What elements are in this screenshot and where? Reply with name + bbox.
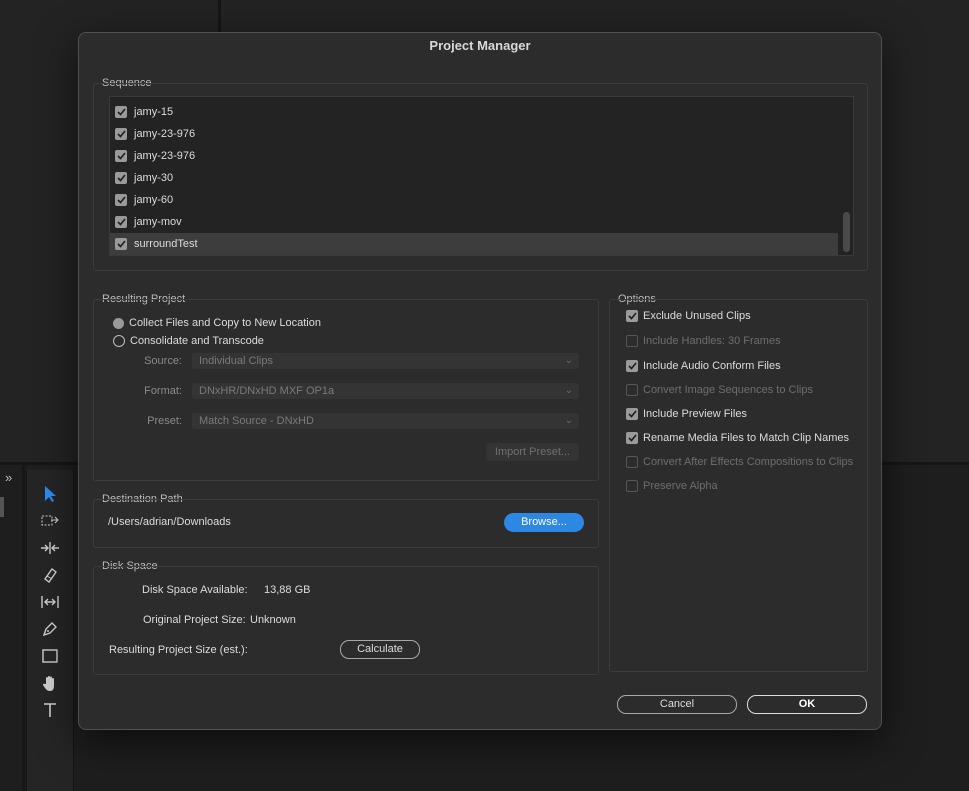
- option-checkbox-checked[interactable]: [626, 360, 638, 372]
- radio-selected-indicator[interactable]: [113, 317, 124, 329]
- option-label: Include Preview Files: [643, 408, 747, 420]
- convert-image-sequences-option: Convert Image Sequences to Clips: [626, 384, 813, 396]
- cancel-button[interactable]: Cancel: [617, 695, 737, 714]
- sequence-item-label: jamy-30: [134, 172, 174, 184]
- sequence-list[interactable]: jamy-15 jamy-23-976 jamy-23-976 jamy-30 …: [109, 96, 854, 256]
- source-value: Individual Clips: [199, 355, 273, 367]
- background-divider-vertical: [218, 0, 221, 32]
- option-checkbox-unchecked: [626, 335, 638, 347]
- disk-space-available-value: 13,88 GB: [264, 584, 311, 596]
- preset-select: Match Source - DNxHD ⌄: [192, 413, 579, 429]
- original-project-size-value: Unknown: [250, 614, 296, 626]
- preset-label: Preset:: [147, 415, 182, 427]
- tools-panel: [26, 470, 74, 791]
- sequence-item-selected[interactable]: surroundTest: [110, 233, 838, 255]
- sequence-checkbox[interactable]: [115, 106, 127, 118]
- import-preset-button: Import Preset...: [486, 443, 579, 461]
- razor-icon[interactable]: [38, 565, 62, 585]
- option-label: Convert Image Sequences to Clips: [643, 384, 813, 396]
- sequence-item[interactable]: jamy-15: [110, 101, 838, 123]
- convert-after-effects-option: Convert After Effects Compositions to Cl…: [626, 456, 853, 468]
- include-audio-conform-option[interactable]: Include Audio Conform Files: [626, 360, 781, 372]
- slip-icon[interactable]: [38, 592, 62, 612]
- background-panel-left-strip: [0, 497, 4, 517]
- option-label: Include Handles: 30 Frames: [643, 335, 781, 347]
- track-select-icon[interactable]: [38, 511, 62, 531]
- option-checkbox-unchecked: [626, 480, 638, 492]
- sequence-item[interactable]: jamy-mov: [110, 211, 838, 233]
- sequence-item-label: jamy-mov: [134, 216, 182, 228]
- sequence-checkbox[interactable]: [115, 172, 127, 184]
- options-group: Exclude Unused Clips Include Handles: 30…: [609, 299, 868, 672]
- sequence-item[interactable]: jamy-23-976: [110, 123, 838, 145]
- sequence-checkbox[interactable]: [115, 216, 127, 228]
- background-divider-left: [22, 465, 25, 791]
- hand-icon[interactable]: [38, 673, 62, 693]
- sequence-checkbox[interactable]: [115, 238, 127, 250]
- ok-button[interactable]: OK: [747, 695, 867, 714]
- browse-button[interactable]: Browse...: [504, 513, 584, 532]
- expand-panel-icon[interactable]: »: [5, 470, 12, 485]
- sequence-scrollbar[interactable]: [843, 212, 850, 252]
- ripple-edit-icon[interactable]: [38, 538, 62, 558]
- sequence-item-label: jamy-60: [134, 194, 174, 206]
- sequence-item-label: jamy-23-976: [134, 128, 196, 140]
- dialog-title: Project Manager: [429, 38, 531, 53]
- consolidate-transcode-label: Consolidate and Transcode: [130, 335, 264, 347]
- option-checkbox-checked[interactable]: [626, 408, 638, 420]
- rename-media-files-option[interactable]: Rename Media Files to Match Clip Names: [626, 432, 849, 444]
- radio-unselected-indicator[interactable]: [113, 335, 125, 347]
- sequence-item-label: jamy-15: [134, 106, 174, 118]
- include-handles-option: Include Handles: 30 Frames: [626, 335, 781, 347]
- source-label: Source:: [144, 355, 182, 367]
- pen-icon[interactable]: [38, 619, 62, 639]
- original-project-size-label: Original Project Size:: [143, 614, 246, 626]
- collect-files-label: Collect Files and Copy to New Location: [129, 317, 321, 329]
- format-value: DNxHR/DNxHD MXF OP1a: [199, 385, 335, 397]
- include-preview-files-option[interactable]: Include Preview Files: [626, 408, 747, 420]
- collect-files-radio[interactable]: Collect Files and Copy to New Location: [113, 317, 321, 329]
- destination-path-value: /Users/adrian/Downloads: [108, 516, 231, 528]
- sequence-item-label: surroundTest: [134, 238, 198, 250]
- sequence-checkbox[interactable]: [115, 128, 127, 140]
- format-label: Format:: [144, 385, 182, 397]
- option-checkbox-checked[interactable]: [626, 432, 638, 444]
- option-label: Rename Media Files to Match Clip Names: [643, 432, 850, 444]
- sequence-item[interactable]: jamy-60: [110, 189, 838, 211]
- option-label: Preserve Alpha: [643, 480, 718, 492]
- type-icon[interactable]: [38, 700, 62, 720]
- selection-tool-icon[interactable]: [38, 484, 62, 504]
- sequence-checkbox[interactable]: [115, 194, 127, 206]
- sequence-checkbox[interactable]: [115, 150, 127, 162]
- resulting-project-size-label: Resulting Project Size (est.):: [109, 644, 248, 656]
- source-select: Individual Clips ⌄: [192, 353, 579, 369]
- preset-value: Match Source - DNxHD: [199, 415, 314, 427]
- option-label: Convert After Effects Compositions to Cl…: [643, 456, 854, 468]
- sequence-item-label: jamy-23-976: [134, 150, 196, 162]
- sequence-item[interactable]: jamy-30: [110, 167, 838, 189]
- option-label: Include Audio Conform Files: [643, 360, 781, 372]
- format-select: DNxHR/DNxHD MXF OP1a ⌄: [192, 383, 579, 399]
- project-manager-dialog: Project Manager Sequence jamy-15 jamy-23…: [78, 32, 882, 730]
- calculate-button[interactable]: Calculate: [340, 640, 420, 659]
- rectangle-icon[interactable]: [38, 646, 62, 666]
- preserve-alpha-option: Preserve Alpha: [626, 480, 718, 492]
- exclude-unused-clips-option[interactable]: Exclude Unused Clips: [626, 310, 751, 322]
- disk-space-available-label: Disk Space Available:: [142, 584, 248, 596]
- option-label: Exclude Unused Clips: [643, 310, 751, 322]
- chevron-down-icon: ⌄: [564, 385, 573, 396]
- chevron-down-icon: ⌄: [564, 415, 573, 426]
- option-checkbox-unchecked: [626, 384, 638, 396]
- option-checkbox-checked[interactable]: [626, 310, 638, 322]
- chevron-down-icon: ⌄: [564, 355, 573, 366]
- consolidate-transcode-radio[interactable]: Consolidate and Transcode: [113, 335, 264, 347]
- option-checkbox-unchecked: [626, 456, 638, 468]
- sequence-item[interactable]: jamy-23-976: [110, 145, 838, 167]
